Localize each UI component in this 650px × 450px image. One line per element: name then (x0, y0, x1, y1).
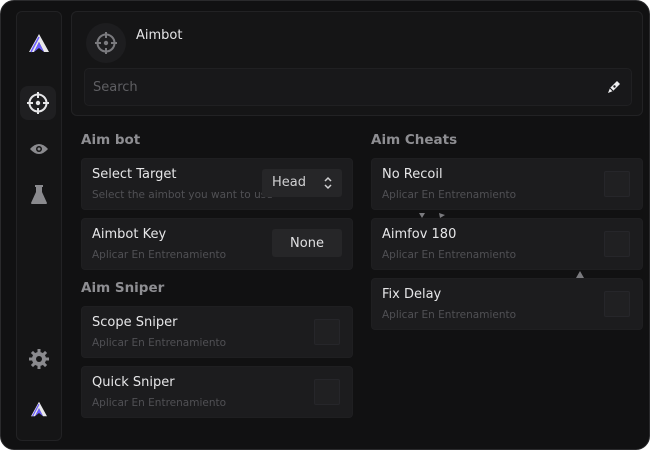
target-select-value: Head (272, 175, 306, 190)
card-subtitle: Aplicar En Entrenamiento (382, 189, 517, 201)
fix-delay-toggle[interactable] (604, 291, 630, 317)
target-select[interactable]: Head (262, 169, 342, 197)
gear-icon (29, 349, 49, 369)
app-logo[interactable] (17, 26, 61, 60)
search-button[interactable] (605, 78, 623, 96)
search-input[interactable] (93, 69, 593, 105)
aimfov-toggle[interactable] (604, 231, 630, 257)
section-title-aim-bot: Aim bot (81, 132, 141, 148)
card-subtitle: Select the aimbot you want to use (92, 189, 273, 201)
card-subtitle: Aplicar En Entrenamiento (92, 397, 227, 409)
chevron-updown-icon (324, 176, 332, 190)
section-title-aim-sniper: Aim Sniper (81, 280, 165, 296)
section-title-aim-cheats: Aim Cheats (371, 132, 458, 148)
card-subtitle: Aplicar En Entrenamiento (92, 337, 227, 349)
card-subtitle: Aplicar En Entrenamiento (382, 249, 517, 261)
no-recoil-toggle[interactable] (604, 171, 630, 197)
card-subtitle: Aplicar En Entrenamiento (92, 249, 227, 261)
aimbot-key-card: Aimbot Key Aplicar En Entrenamiento None (81, 218, 353, 270)
fix-delay-card: Fix Delay Aplicar En Entrenamiento (371, 278, 643, 330)
bottom-logo (17, 392, 61, 426)
cursor-arrow-icon (576, 271, 584, 278)
card-title: Quick Sniper (92, 375, 175, 390)
crosshair-icon (27, 92, 49, 114)
scope-sniper-toggle[interactable] (314, 319, 340, 345)
aimfov-card: Aimfov 180 Aplicar En Entrenamiento (371, 218, 643, 270)
eye-icon (30, 144, 48, 154)
flask-icon (31, 185, 47, 204)
page-title: Aimbot (136, 28, 183, 43)
header-panel: Aimbot (71, 11, 643, 116)
quick-sniper-toggle[interactable] (314, 379, 340, 405)
card-subtitle: Aplicar En Entrenamiento (382, 309, 517, 321)
sidebar-item-settings[interactable] (17, 342, 61, 376)
cursor-arrow-icon (419, 213, 445, 218)
crosshair-icon (95, 32, 117, 54)
logo-icon (29, 34, 49, 53)
no-recoil-card: No Recoil Aplicar En Entrenamiento (371, 158, 643, 210)
sidebar (16, 11, 62, 441)
page-avatar (86, 23, 126, 63)
pen-icon (608, 81, 620, 93)
sidebar-item-aim[interactable] (20, 86, 56, 120)
keybind-button[interactable]: None (272, 229, 342, 257)
sidebar-item-misc[interactable] (17, 178, 61, 212)
card-title: Fix Delay (382, 287, 442, 302)
quick-sniper-card: Quick Sniper Aplicar En Entrenamiento (81, 366, 353, 418)
card-title: Aimfov 180 (382, 227, 457, 242)
card-title: Scope Sniper (92, 315, 178, 330)
app-window: Aimbot Aim bot Select Target Select the … (0, 0, 650, 450)
card-title: Aimbot Key (92, 227, 167, 242)
logo-icon (31, 401, 47, 417)
sidebar-item-visuals[interactable] (17, 132, 61, 166)
search-bar (84, 68, 632, 106)
select-target-card: Select Target Select the aimbot you want… (81, 158, 353, 210)
card-title: No Recoil (382, 167, 443, 182)
scope-sniper-card: Scope Sniper Aplicar En Entrenamiento (81, 306, 353, 358)
card-title: Select Target (92, 167, 177, 182)
